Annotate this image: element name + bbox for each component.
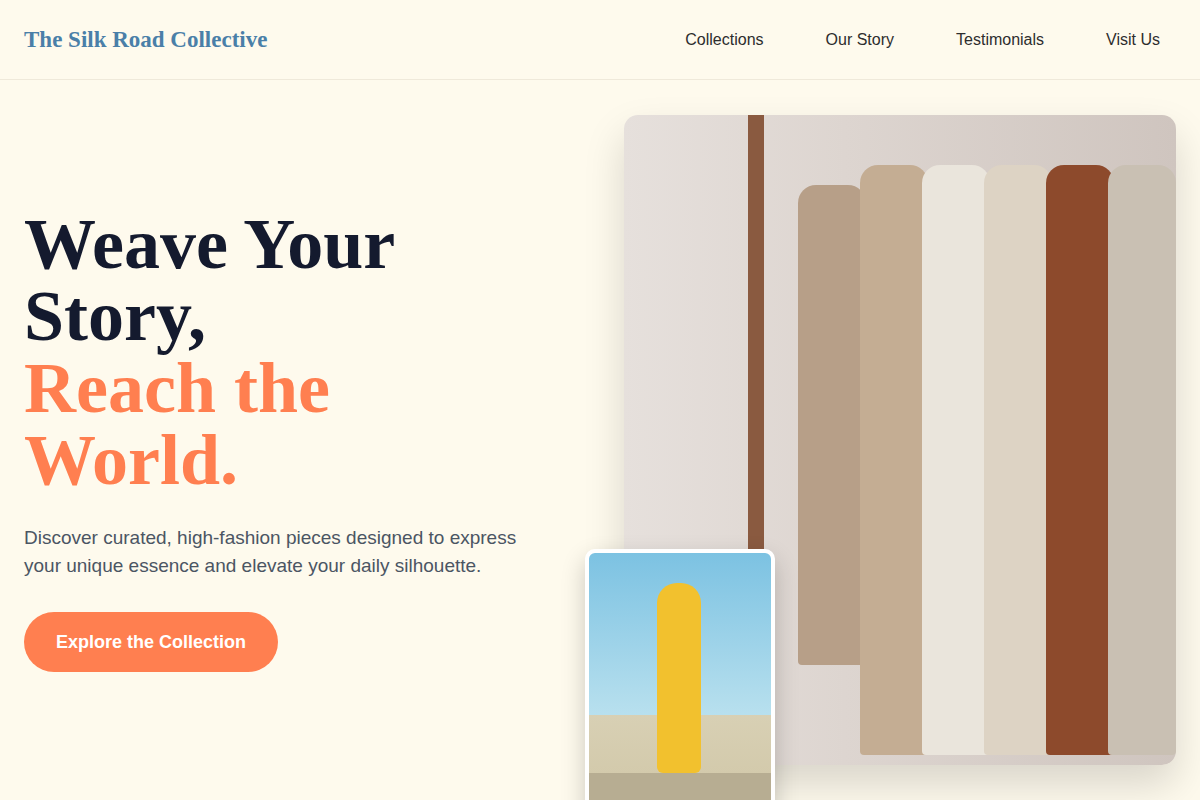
hero-title: Weave YourStory,Reach theWorld. [24, 208, 395, 496]
hero-visual [624, 115, 1176, 765]
site-header: The Silk Road Collective Collections Our S… [0, 0, 1200, 80]
explore-button[interactable]: Explore the Collection [24, 612, 278, 672]
garment [984, 165, 1052, 755]
garment [1108, 165, 1176, 755]
brand-logo[interactable]: The Silk Road Collective [24, 27, 267, 53]
hero-text: Weave YourStory,Reach theWorld. Discover … [24, 208, 560, 672]
hero-description: Discover curated, high-fashion pieces de… [24, 524, 524, 580]
garments [804, 115, 1176, 765]
nav-item[interactable]: Testimonials [956, 31, 1044, 49]
hero-section: Weave YourStory,Reach theWorld. Discover … [0, 80, 1200, 765]
nav-item[interactable]: Collections [685, 31, 763, 49]
garment [798, 185, 866, 665]
model-figure [657, 583, 701, 773]
garment [860, 165, 928, 755]
landing-page: The Silk Road Collective Collections Our S… [0, 0, 1200, 800]
main-nav: Collections Our Story Testimonials Visit Us [685, 31, 1160, 49]
garment [1046, 165, 1114, 755]
nav-item[interactable]: Visit Us [1106, 31, 1160, 49]
nav-item[interactable]: Our Story [826, 31, 894, 49]
model-photo [585, 549, 775, 800]
garment [922, 165, 990, 755]
ground [589, 773, 771, 800]
